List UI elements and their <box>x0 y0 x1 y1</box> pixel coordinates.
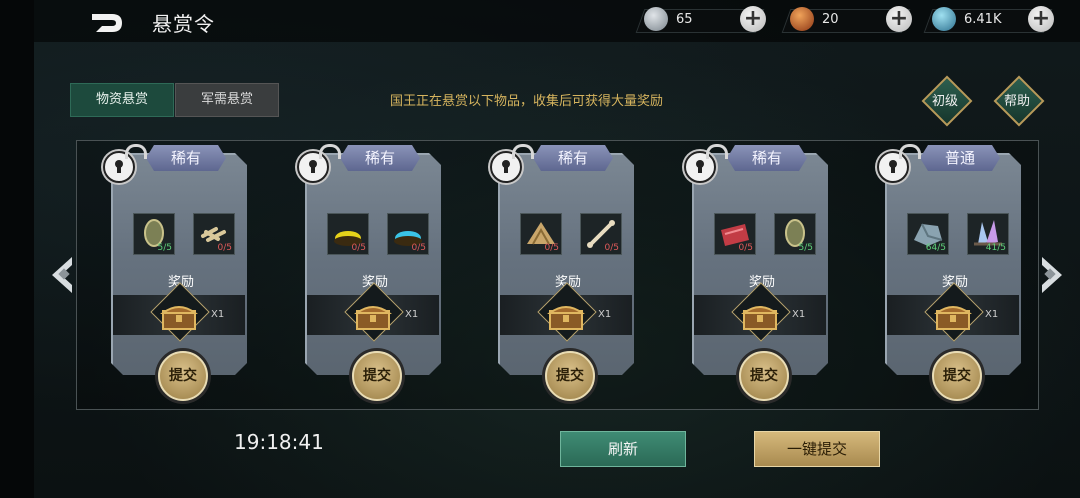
rarity-badge: 稀有 <box>533 145 613 171</box>
reward-quantity: X1 <box>211 309 225 320</box>
required-item[interactable]: 5/5 <box>133 213 175 255</box>
item-count: 0/5 <box>351 243 366 253</box>
bounty-card: 普通 64/5 41/5 奖励 X1 提交 <box>875 144 1035 401</box>
lock-icon[interactable] <box>297 144 341 183</box>
item-count: 0/5 <box>217 243 232 253</box>
rarity-badge: 稀有 <box>727 145 807 171</box>
bounty-card: 稀有 0/5 5/5 奖励 X1 提交 <box>682 144 842 401</box>
reward-quantity: X1 <box>405 309 419 320</box>
item-count: 0/5 <box>604 243 619 253</box>
bounty-card: 稀有 0/5 0/5 奖励 X1 提交 <box>488 144 648 401</box>
reward-quantity: X1 <box>792 309 806 320</box>
beginner-label: 初级 <box>931 94 958 109</box>
submit-button[interactable]: 提交 <box>739 351 789 401</box>
add-emblem-button[interactable]: + <box>886 6 912 32</box>
rarity-badge: 稀有 <box>340 145 420 171</box>
next-page-button[interactable] <box>1040 255 1066 295</box>
submit-all-button[interactable]: 一键提交 <box>754 431 880 467</box>
reward-quantity: X1 <box>598 309 612 320</box>
treasure-chest-icon <box>159 306 199 330</box>
refresh-timer: 19:18:41 <box>234 430 324 454</box>
lock-icon[interactable] <box>103 144 147 183</box>
submit-button[interactable]: 提交 <box>545 351 595 401</box>
chevron-right-icon <box>1042 257 1062 293</box>
required-item[interactable]: 0/5 <box>387 213 429 255</box>
submit-button[interactable]: 提交 <box>158 351 208 401</box>
reward-row: X1 <box>887 282 1019 342</box>
page-title: 悬赏令 <box>152 12 215 36</box>
lock-icon[interactable] <box>877 144 921 183</box>
card-frame <box>111 153 247 375</box>
treasure-chest-icon <box>546 306 586 330</box>
item-count: 5/5 <box>798 243 813 253</box>
submit-button[interactable]: 提交 <box>932 351 982 401</box>
card-frame <box>305 153 441 375</box>
item-count: 5/5 <box>157 243 172 253</box>
back-button[interactable] <box>90 10 126 36</box>
card-frame <box>885 153 1021 375</box>
item-count: 0/5 <box>738 243 753 253</box>
reward-row: X1 <box>500 282 632 342</box>
blue-gem-icon <box>932 7 956 31</box>
submit-button[interactable]: 提交 <box>352 351 402 401</box>
required-item[interactable]: 0/5 <box>520 213 562 255</box>
required-item[interactable]: 0/5 <box>327 213 369 255</box>
reward-row: X1 <box>113 282 245 342</box>
back-arrow-icon <box>92 14 122 32</box>
reward-row: X1 <box>307 282 439 342</box>
tab-supply-bounty[interactable]: 物资悬赏 <box>70 83 174 117</box>
required-item[interactable]: 64/5 <box>907 213 949 255</box>
refresh-button[interactable]: 刷新 <box>560 431 686 467</box>
treasure-chest-icon <box>740 306 780 330</box>
resource-value: 6.41K <box>964 12 1002 27</box>
required-item[interactable]: 41/5 <box>967 213 1009 255</box>
add-gem-button[interactable]: + <box>1028 6 1054 32</box>
chevron-left-icon <box>52 257 72 293</box>
lock-icon[interactable] <box>684 144 728 183</box>
resource-value: 20 <box>822 12 839 27</box>
card-frame <box>692 153 828 375</box>
left-edge <box>0 0 34 498</box>
required-item[interactable]: 0/5 <box>580 213 622 255</box>
bounty-card: 稀有 0/5 0/5 奖励 X1 提交 <box>295 144 455 401</box>
required-item[interactable]: 0/5 <box>714 213 756 255</box>
item-count: 64/5 <box>925 243 946 253</box>
treasure-chest-icon <box>933 306 973 330</box>
prev-page-button[interactable] <box>48 255 74 295</box>
add-silver-button[interactable]: + <box>740 6 766 32</box>
bounty-notice: 国王正在悬赏以下物品，收集后可获得大量奖励 <box>390 94 664 109</box>
rarity-badge: 稀有 <box>146 145 226 171</box>
orange-emblem-icon <box>790 7 814 31</box>
beginner-button[interactable]: 初级 <box>921 75 973 127</box>
help-label: 帮助 <box>1003 94 1030 109</box>
required-item[interactable]: 0/5 <box>193 213 235 255</box>
help-button[interactable]: 帮助 <box>993 75 1045 127</box>
lock-icon[interactable] <box>490 144 534 183</box>
required-item[interactable]: 5/5 <box>774 213 816 255</box>
silver-coin-icon <box>644 7 668 31</box>
item-count: 0/5 <box>544 243 559 253</box>
treasure-chest-icon <box>353 306 393 330</box>
bounty-card: 稀有 5/5 0/5 奖励 X1 提交 <box>101 144 261 401</box>
item-count: 0/5 <box>411 243 426 253</box>
item-count: 41/5 <box>985 243 1006 253</box>
card-frame <box>498 153 634 375</box>
tab-military-bounty[interactable]: 军需悬赏 <box>175 83 279 117</box>
reward-quantity: X1 <box>985 309 999 320</box>
reward-row: X1 <box>694 282 826 342</box>
resource-value: 65 <box>676 12 693 27</box>
rarity-badge: 普通 <box>920 145 1000 171</box>
